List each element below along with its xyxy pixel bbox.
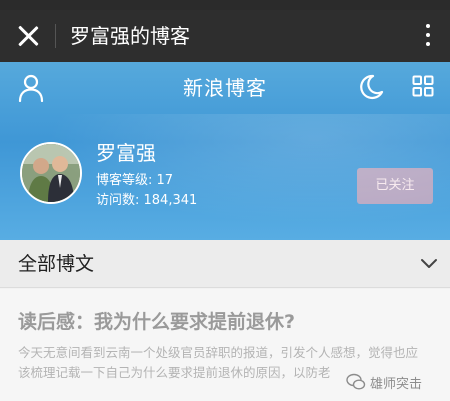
- article-title[interactable]: 读后感：我为什么要求提前退休?: [18, 309, 295, 335]
- watermark-text: 雄师突击: [370, 376, 423, 392]
- webview-titlebar: 罗富强的博客: [0, 10, 450, 62]
- blog-level: 博客等级: 17: [96, 173, 174, 188]
- page-title: 罗富强的博客: [70, 24, 190, 48]
- all-posts-header[interactable]: 全部博文: [0, 240, 450, 288]
- close-icon[interactable]: [14, 22, 42, 50]
- follow-button[interactable]: 已关注: [357, 168, 433, 204]
- wechat-icon: [346, 373, 366, 390]
- profile-name: 罗富强: [96, 141, 156, 165]
- status-bar: [0, 0, 450, 10]
- chevron-down-icon[interactable]: [420, 254, 438, 272]
- avatar[interactable]: [20, 142, 82, 204]
- section-title: 全部博文: [18, 253, 95, 275]
- list-item[interactable]: 读后感：我为什么要求提前退休? 今天无意间看到云南一个处级官员辞职的报道，引发个…: [0, 289, 450, 401]
- watermark: 雄师突击: [346, 371, 422, 393]
- moon-icon[interactable]: [358, 74, 384, 100]
- grid-icon[interactable]: [412, 75, 434, 97]
- title-divider: [55, 24, 56, 48]
- visit-count: 访问数: 184,341: [96, 193, 198, 208]
- blog-topbar: 新浪博客: [0, 62, 450, 114]
- blog-profile-header: 新浪博客 罗富强 博客等级: 17 访问数: 184,341 已关注: [0, 62, 450, 240]
- more-vertical-icon[interactable]: [422, 20, 434, 52]
